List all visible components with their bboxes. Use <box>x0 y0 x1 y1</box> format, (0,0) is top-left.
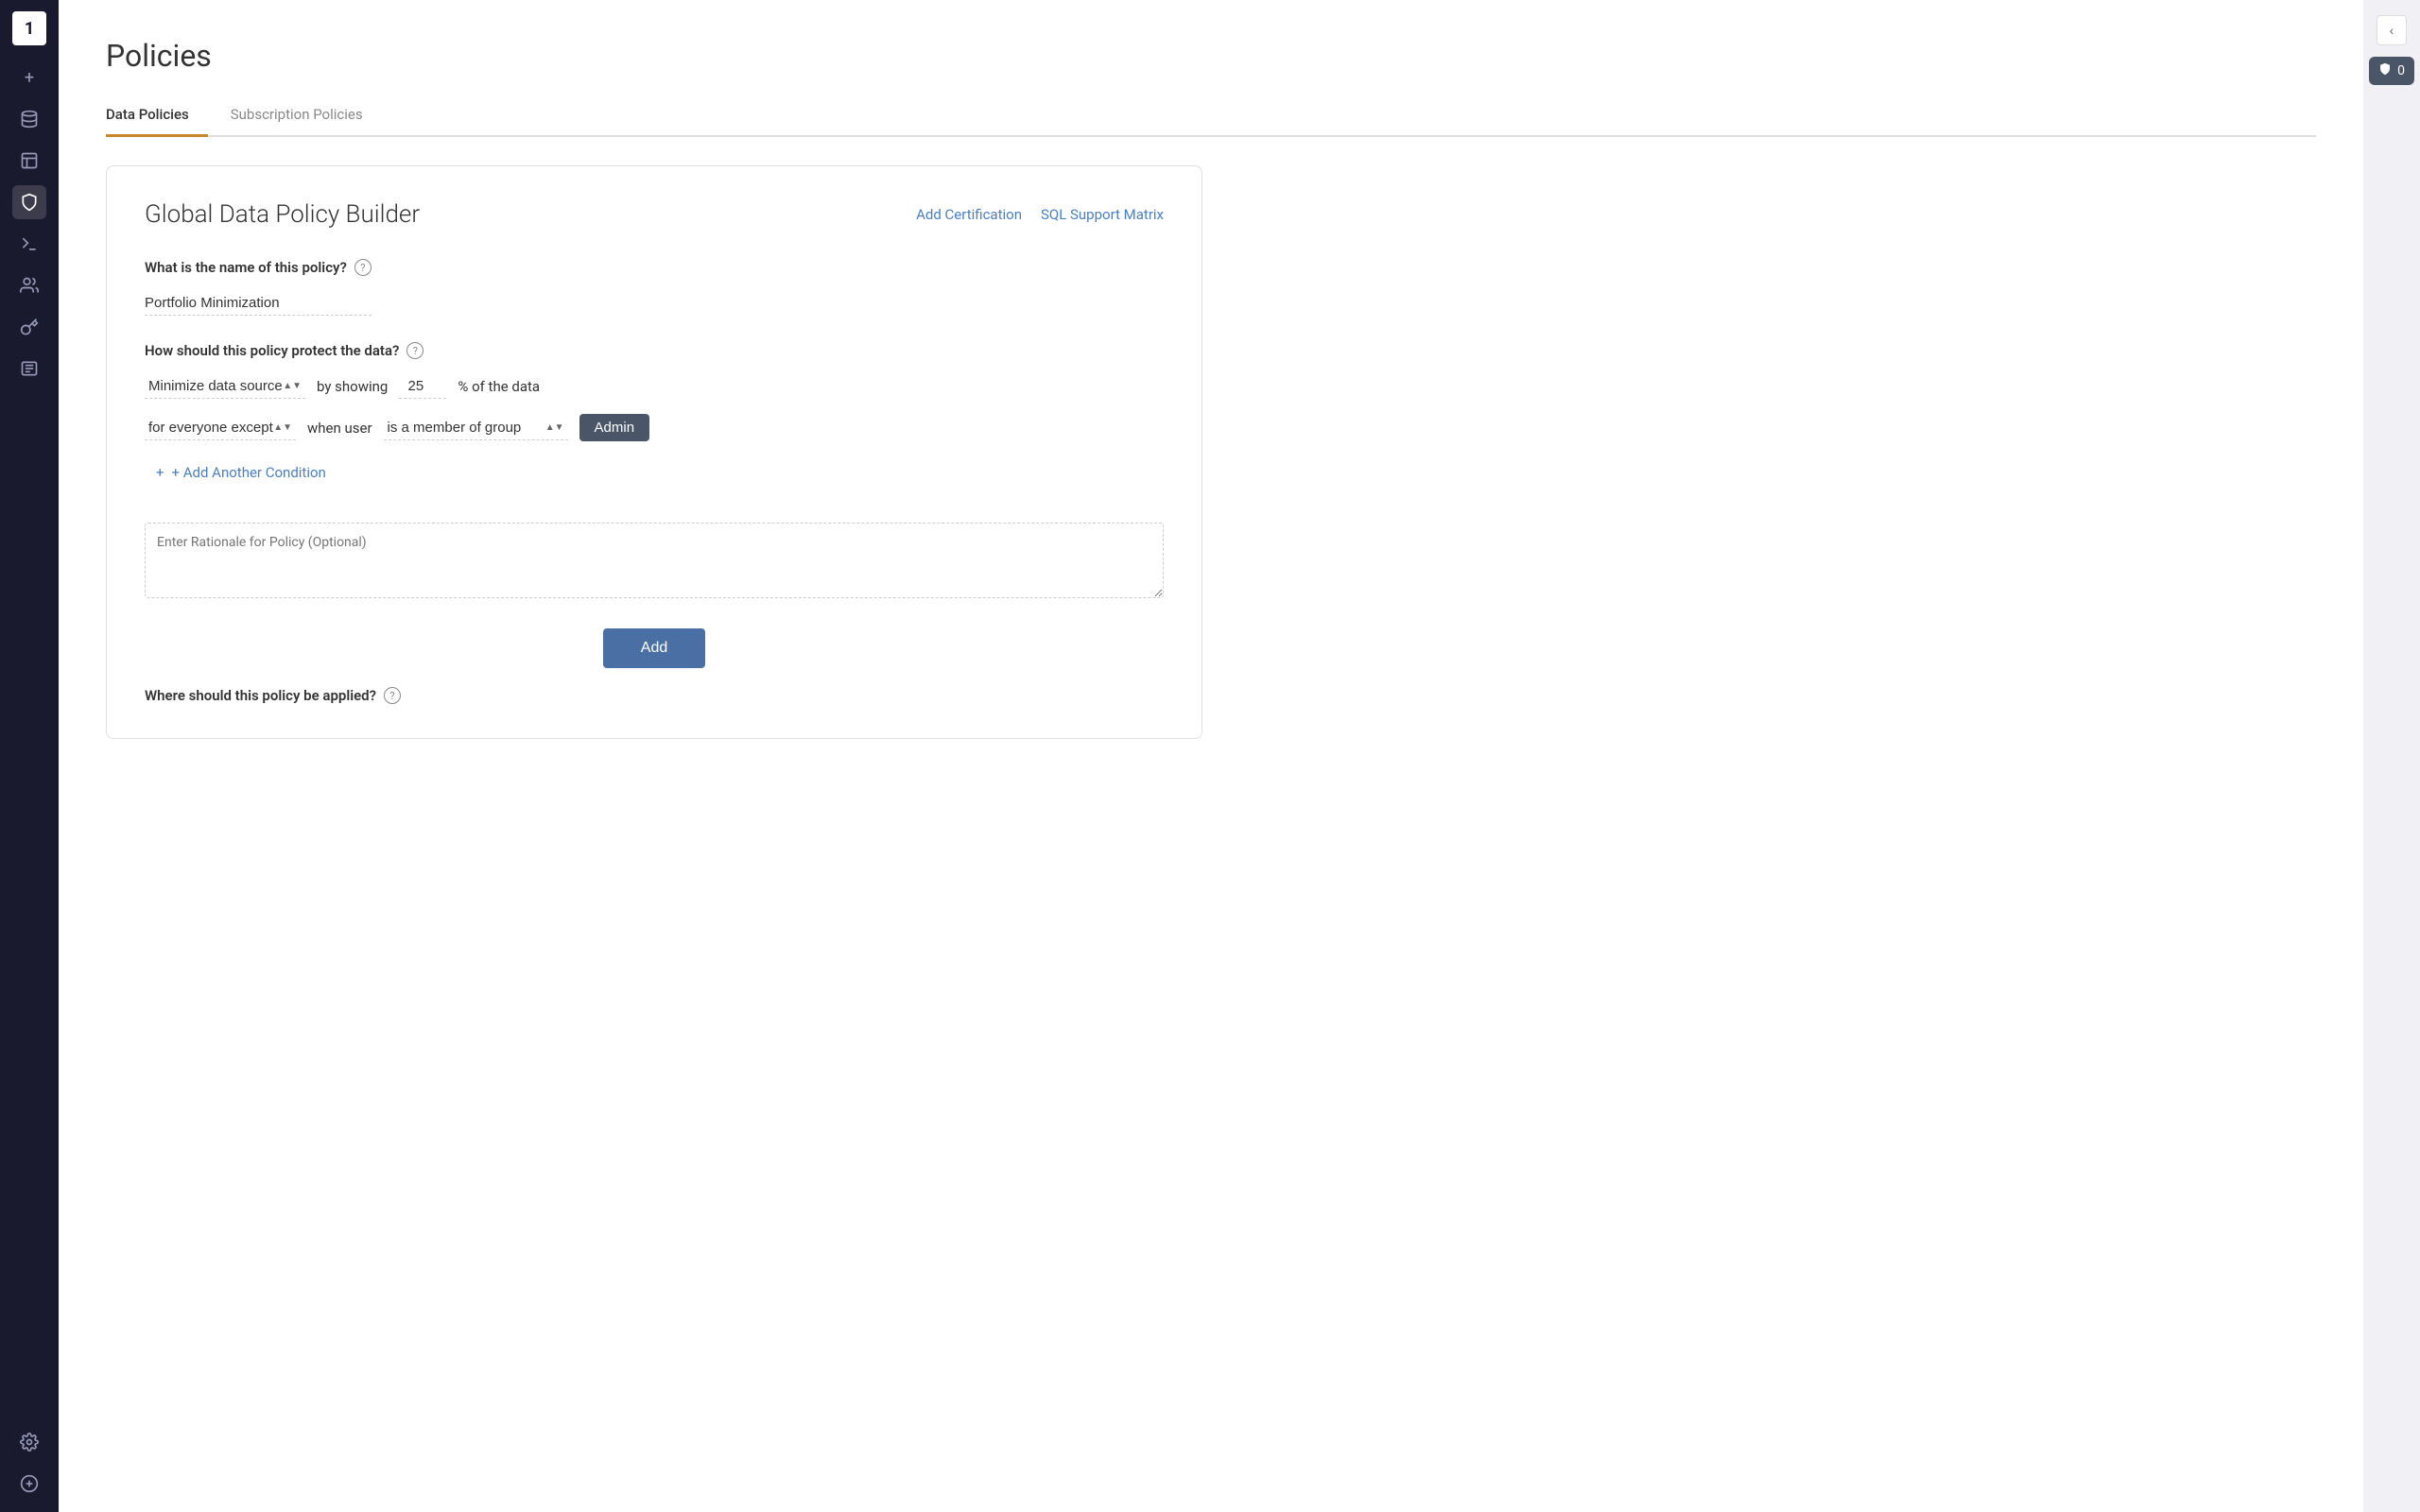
sidebar: 1 + <box>0 0 59 1512</box>
where-applied-label: Where should this policy be applied? ? <box>145 687 1164 704</box>
policy-builder-card: Global Data Policy Builder Add Certifica… <box>106 165 1202 739</box>
protect-data-help-icon[interactable]: ? <box>406 342 424 359</box>
main-content: Policies Data Policies Subscription Poli… <box>59 0 2363 1512</box>
when-user-text: when user <box>307 420 372 437</box>
page-title: Policies <box>106 38 2316 74</box>
policy-name-section: What is the name of this policy? ? <box>145 259 1164 316</box>
sidebar-files-icon[interactable] <box>12 144 46 178</box>
protect-row-1: Minimize data source Mask data source Bl… <box>145 374 1164 399</box>
rationale-section <box>145 515 1164 602</box>
sidebar-settings-icon[interactable] <box>12 1425 46 1459</box>
action-select-wrapper: Minimize data source Mask data source Bl… <box>145 374 305 399</box>
sidebar-database-icon[interactable] <box>12 102 46 136</box>
policy-name-input[interactable] <box>145 291 372 316</box>
sidebar-list-icon[interactable] <box>12 352 46 386</box>
sidebar-terminal-icon[interactable] <box>12 227 46 261</box>
group-value-button[interactable]: Admin <box>579 414 650 441</box>
shield-count-badge[interactable]: 0 <box>2369 57 2414 85</box>
condition-select-wrapper: is a member of group is not a member of … <box>384 416 568 440</box>
sidebar-key-icon[interactable] <box>12 310 46 344</box>
percent-of-data-text: % of the data <box>458 378 540 395</box>
rationale-textarea[interactable] <box>145 523 1164 598</box>
protect-row-2: for everyone except for everyone for no … <box>145 414 1164 441</box>
tab-data-policies[interactable]: Data Policies <box>106 96 208 137</box>
scope-select-wrapper: for everyone except for everyone for no … <box>145 416 296 440</box>
shield-count-value: 0 <box>2397 63 2405 78</box>
right-panel: ‹ 0 <box>2363 0 2420 1512</box>
card-header: Global Data Policy Builder Add Certifica… <box>145 200 1164 229</box>
sql-support-matrix-link[interactable]: SQL Support Matrix <box>1041 206 1164 223</box>
tab-subscription-policies[interactable]: Subscription Policies <box>231 96 382 137</box>
card-actions: Add Certification SQL Support Matrix <box>916 206 1164 223</box>
chevron-left-icon: ‹ <box>2390 23 2394 38</box>
card-title: Global Data Policy Builder <box>145 200 420 229</box>
sidebar-shield-icon[interactable] <box>12 185 46 219</box>
condition-select[interactable]: is a member of group is not a member of … <box>384 416 568 440</box>
action-select[interactable]: Minimize data source Mask data source Bl… <box>145 374 305 399</box>
add-condition-button[interactable]: + + Add Another Condition <box>156 456 1164 489</box>
add-button[interactable]: Add <box>603 628 705 668</box>
tab-bar: Data Policies Subscription Policies <box>106 96 2316 137</box>
sidebar-users-icon[interactable] <box>12 268 46 302</box>
app-logo[interactable]: 1 <box>12 11 46 45</box>
sidebar-plus-circle-icon[interactable] <box>12 1467 46 1501</box>
policy-name-label: What is the name of this policy? ? <box>145 259 1164 276</box>
policy-name-help-icon[interactable]: ? <box>354 259 372 276</box>
percentage-input[interactable] <box>399 374 446 399</box>
protect-data-label: How should this policy protect the data?… <box>145 342 1164 359</box>
scope-select[interactable]: for everyone except for everyone for no … <box>145 416 296 440</box>
add-certification-link[interactable]: Add Certification <box>916 206 1022 223</box>
sidebar-add-icon[interactable]: + <box>12 60 46 94</box>
protect-data-section: How should this policy protect the data?… <box>145 342 1164 489</box>
collapse-panel-button[interactable]: ‹ <box>2377 15 2407 45</box>
by-showing-text: by showing <box>317 378 388 395</box>
where-applied-help-icon[interactable]: ? <box>384 687 401 704</box>
plus-icon: + <box>156 464 164 481</box>
shield-badge-icon <box>2378 62 2392 79</box>
